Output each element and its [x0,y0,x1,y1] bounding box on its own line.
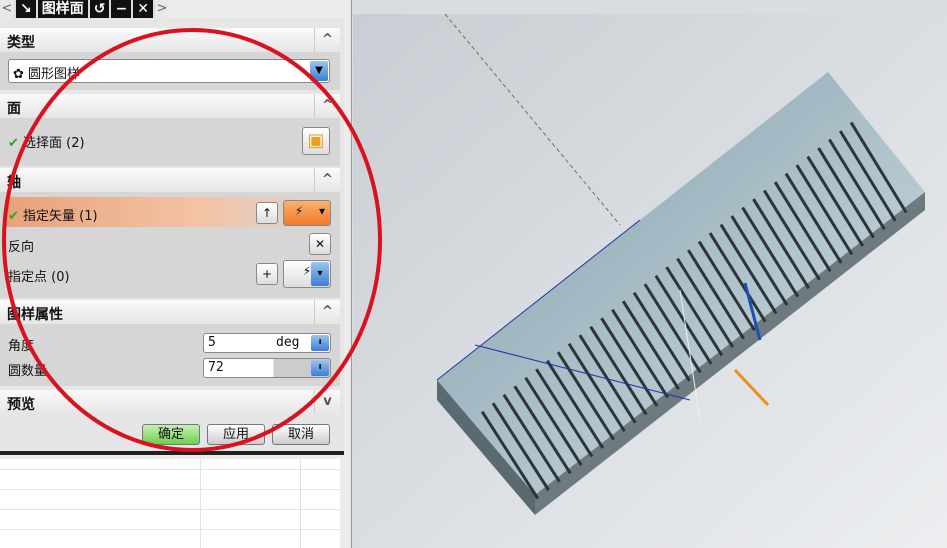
graphics-viewport[interactable] [0,0,947,548]
annotation-circle [2,28,382,452]
